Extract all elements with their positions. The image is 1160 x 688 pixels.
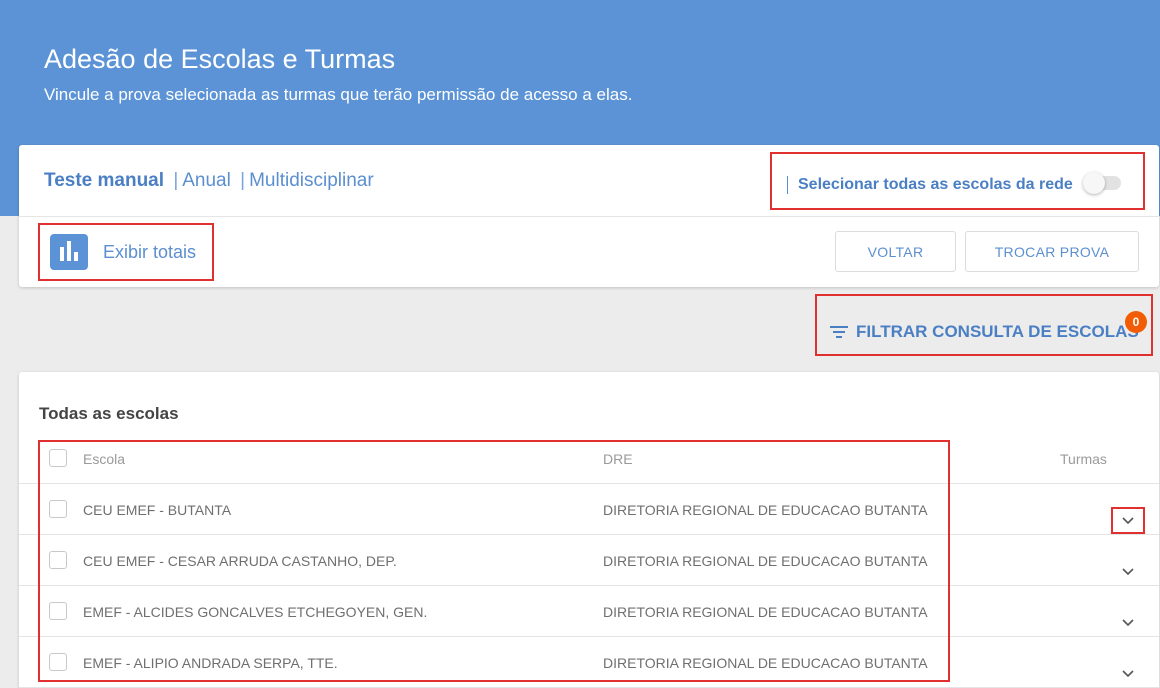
school-dre: DIRETORIA REGIONAL DE EDUCACAO BUTANTA (603, 655, 928, 671)
show-totals-button[interactable]: Exibir totais (50, 234, 196, 270)
toggle-knob (1083, 172, 1105, 194)
filter-icon (830, 325, 848, 339)
school-dre: DIRETORIA REGIONAL DE EDUCACAO BUTANTA (603, 502, 928, 518)
school-name: EMEF - ALCIDES GONCALVES ETCHEGOYEN, GEN… (83, 604, 428, 620)
select-all-schools: Selecionar todas as escolas da rede (787, 173, 1073, 197)
row-checkbox[interactable] (49, 653, 67, 671)
test-name: Teste manual (44, 170, 165, 191)
chevron-down-icon[interactable] (1121, 514, 1135, 528)
table-row[interactable]: EMEF - ALCIDES GONCALVES ETCHEGOYEN, GEN… (19, 586, 1159, 637)
row-checkbox[interactable] (49, 602, 67, 620)
row-checkbox[interactable] (49, 500, 67, 518)
card-divider (19, 216, 1159, 217)
filter-count-badge: 0 (1125, 311, 1147, 333)
row-checkbox[interactable] (49, 551, 67, 569)
column-header-classes: Turmas (1060, 451, 1107, 467)
chevron-down-icon[interactable] (1121, 565, 1135, 579)
table-header: Escola DRE Turmas (19, 434, 1159, 484)
test-subject: Multidisciplinar (249, 170, 374, 191)
select-all-checkbox[interactable] (49, 449, 67, 467)
filter-label: FILTRAR CONSULTA DE ESCOLAS (856, 322, 1139, 341)
school-dre: DIRETORIA REGIONAL DE EDUCACAO BUTANTA (603, 604, 928, 620)
test-info: Teste manual | Anual | Multidisciplinar (44, 170, 374, 192)
back-button[interactable]: VOLTAR (835, 231, 956, 272)
test-separator: | (240, 170, 246, 191)
change-test-button[interactable]: TROCAR PROVA (965, 231, 1139, 272)
chevron-down-icon[interactable] (1121, 667, 1135, 681)
page-title: Adesão de Escolas e Turmas (44, 44, 396, 74)
school-name: CEU EMEF - CESAR ARRUDA CASTANHO, DEP. (83, 553, 397, 569)
page-subtitle: Vincule a prova selecionada as turmas qu… (44, 85, 633, 104)
select-all-label: Selecionar todas as escolas da rede (798, 176, 1073, 193)
test-card: Teste manual | Anual | Multidisciplinar Se… (19, 145, 1159, 287)
table-row[interactable]: CEU EMEF - CESAR ARRUDA CASTANHO, DEP. D… (19, 535, 1159, 586)
test-separator: | (173, 170, 179, 191)
school-name: EMEF - ALIPIO ANDRADA SERPA, TTE. (83, 655, 338, 671)
bar-chart-icon (50, 234, 88, 270)
chevron-down-icon[interactable] (1121, 616, 1135, 630)
schools-card: Todas as escolas Escola DRE Turmas CEU E… (19, 372, 1159, 688)
select-all-divider (787, 176, 788, 194)
table-row[interactable]: CEU EMEF - BUTANTA DIRETORIA REGIONAL DE… (19, 484, 1159, 535)
filter-schools-button[interactable]: FILTRAR CONSULTA DE ESCOLAS (830, 322, 1139, 342)
school-name: CEU EMEF - BUTANTA (83, 502, 232, 518)
column-header-dre: DRE (603, 451, 633, 467)
table-row[interactable]: EMEF - ALIPIO ANDRADA SERPA, TTE. DIRETO… (19, 637, 1159, 688)
test-type: Anual (182, 170, 231, 191)
schools-list-title: Todas as escolas (39, 404, 179, 423)
select-all-toggle[interactable] (1083, 172, 1123, 194)
column-header-school: Escola (83, 451, 126, 467)
show-totals-label: Exibir totais (103, 241, 197, 262)
school-dre: DIRETORIA REGIONAL DE EDUCACAO BUTANTA (603, 553, 928, 569)
